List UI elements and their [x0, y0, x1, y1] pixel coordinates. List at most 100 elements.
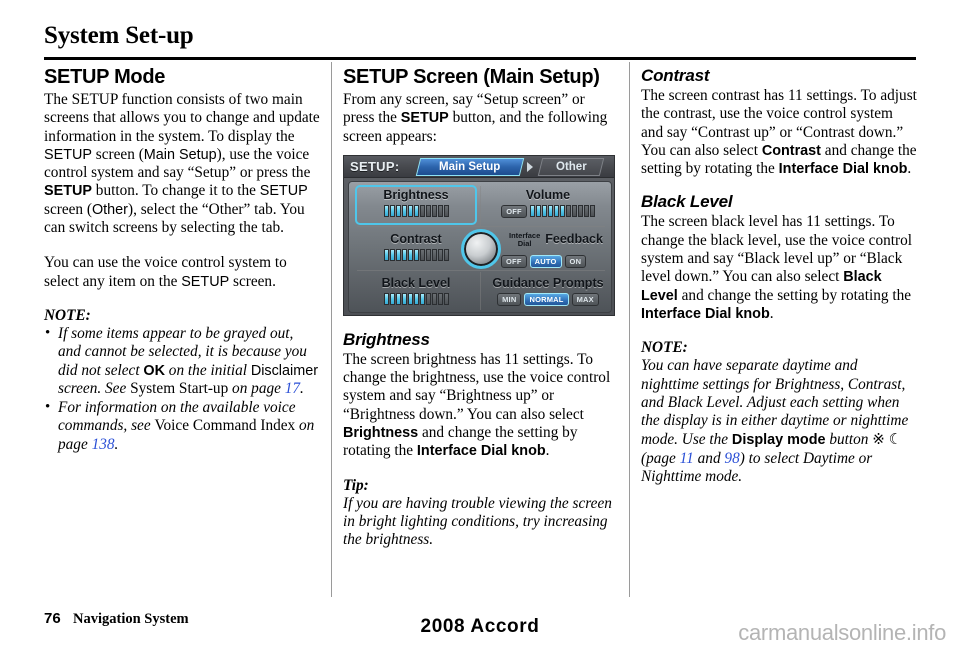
- contrast-heading: Contrast: [641, 66, 710, 85]
- text-run: screen (: [44, 200, 92, 218]
- reference-voice-command-index: Voice Command Index: [154, 417, 296, 435]
- nav-screen-panel: Brightness Volume OFF Contrast Interface…: [348, 180, 612, 313]
- term-interface-dial-knob: Interface Dial knob: [416, 443, 546, 460]
- term-main-setup: Main Setup: [143, 146, 217, 163]
- page-link-17[interactable]: 17: [285, 380, 300, 397]
- nav-contrast-meter: [383, 248, 449, 261]
- list-item: • If some items appear to be grayed out, …: [44, 325, 320, 398]
- text-run: .: [545, 442, 550, 460]
- nav-setup-label: SETUP:: [350, 158, 400, 174]
- column-middle: SETUP Screen (Main Setup) From any scree…: [343, 66, 619, 550]
- panel-vrule-1: [480, 185, 481, 226]
- nav-black-level-meter: [383, 292, 449, 305]
- term-disclaimer: Disclaimer: [250, 362, 318, 379]
- nav-brightness-meter: [383, 204, 449, 217]
- page-title: System Set-up: [44, 22, 194, 49]
- term-setup-button-2: SETUP: [400, 110, 449, 127]
- nav-contrast-label: Contrast: [390, 231, 442, 246]
- text-run: screen. See: [58, 379, 131, 397]
- nav-tab-other[interactable]: Other: [537, 157, 605, 176]
- tip-label: Tip:: [343, 476, 369, 494]
- nav-feedback-options: OFF AUTO ON: [501, 254, 587, 268]
- text-run: .: [907, 160, 912, 178]
- nav-feedback-option-on[interactable]: ON: [564, 254, 587, 268]
- note-text-right: You can have separate daytime and nightt…: [641, 357, 917, 486]
- setup-screen-heading: SETUP Screen (Main Setup): [343, 66, 600, 88]
- nav-tab-main-setup-label: Main Setup: [439, 160, 501, 173]
- tip-text: If you are having trouble viewing the sc…: [343, 494, 612, 549]
- text-run: The SETUP function consists of two main …: [44, 91, 320, 145]
- nav-black-level-label: Black Level: [381, 275, 451, 290]
- panel-vrule-2: [480, 271, 481, 310]
- moon-icon: ☾: [888, 430, 903, 449]
- nav-volume-off-button[interactable]: OFF: [501, 204, 527, 218]
- brightness-paragraph: The screen brightness has 11 settings. T…: [343, 351, 619, 461]
- text-run: The screen brightness has 11 settings. T…: [343, 350, 611, 423]
- panel-hrule-1: [357, 225, 605, 227]
- nav-contrast-cell[interactable]: Contrast: [359, 232, 473, 261]
- nav-feedback-label: Feedback: [545, 231, 603, 246]
- term-brightness: Brightness: [343, 425, 419, 442]
- list-item: • For information on the available voice …: [44, 399, 320, 454]
- bullet-icon: •: [45, 324, 51, 341]
- nav-feedback-option-off[interactable]: OFF: [501, 254, 527, 268]
- interface-dial-knob-icon[interactable]: [461, 228, 501, 269]
- nav-tab-main-setup[interactable]: Main Setup: [415, 157, 525, 176]
- nav-guidance-option-normal[interactable]: NORMAL: [524, 292, 569, 306]
- nav-volume-meter: [529, 205, 595, 218]
- panel-hrule-2: [357, 269, 605, 271]
- setup-screen-paragraph: From any screen, say “Setup screen” or p…: [343, 91, 619, 146]
- term-setup-3: SETUP: [181, 273, 230, 290]
- page-link-138[interactable]: 138: [92, 436, 115, 453]
- bullet-icon: •: [45, 399, 51, 416]
- term-ok: OK: [143, 362, 165, 379]
- nav-interface-dial-label: Interface Dial: [509, 231, 540, 248]
- nav-brightness-label: Brightness: [383, 187, 449, 202]
- term-setup: SETUP: [44, 146, 92, 163]
- nav-volume-cell[interactable]: Volume OFF: [489, 188, 607, 218]
- nav-guidance-cell[interactable]: Guidance Prompts MIN NORMAL MAX: [489, 276, 607, 306]
- note-list-left: • If some items appear to be grayed out, …: [44, 325, 320, 454]
- page-link-11[interactable]: 11: [680, 450, 694, 467]
- text-run: and: [693, 449, 725, 467]
- text-run: on page: [228, 379, 285, 397]
- black-level-paragraph: The screen black level has 11 settings. …: [641, 213, 917, 323]
- nav-black-level-cell[interactable]: Black Level: [359, 276, 473, 305]
- black-level-heading: Black Level: [641, 192, 733, 212]
- manual-page: System Set-up SETUP Mode The SETUP funct…: [0, 0, 960, 655]
- term-setup-2: SETUP: [259, 183, 308, 200]
- header-rule: [44, 57, 916, 60]
- text-run: on the initial: [164, 361, 251, 379]
- text-run: and change the setting by rotating the: [677, 286, 912, 304]
- term-interface-dial-knob-2: Interface Dial knob: [778, 161, 908, 178]
- term-contrast: Contrast: [761, 142, 821, 159]
- text-run: .: [114, 435, 119, 453]
- note-label-left: NOTE:: [44, 306, 91, 324]
- setup-mode-paragraph-1: The SETUP function consists of two main …: [44, 91, 320, 237]
- reference-system-startup: System Start-up: [130, 379, 229, 397]
- nav-guidance-option-max[interactable]: MAX: [571, 292, 599, 306]
- nav-interface-dial-line2: Dial: [517, 238, 532, 248]
- column-left: SETUP Mode The SETUP function consists o…: [44, 66, 320, 455]
- text-run: screen (: [91, 145, 144, 163]
- nav-guidance-options: MIN NORMAL MAX: [497, 292, 599, 306]
- nav-guidance-option-min[interactable]: MIN: [497, 292, 522, 306]
- page-link-98[interactable]: 98: [724, 450, 739, 467]
- term-other: Other: [91, 201, 128, 218]
- column-divider-1: [331, 62, 332, 597]
- nav-feedback-option-auto[interactable]: AUTO: [529, 254, 562, 268]
- text-run: button: [825, 431, 873, 449]
- term-interface-dial-knob-3: Interface Dial knob: [641, 305, 770, 322]
- sun-icon: ※: [872, 430, 885, 449]
- nav-feedback-cell[interactable]: Interface Dial Feedback: [509, 231, 603, 248]
- setup-mode-heading: SETUP Mode: [44, 66, 166, 88]
- text-run: button. To change it to the: [91, 182, 260, 200]
- text-run: screen.: [229, 272, 276, 290]
- nav-brightness-cell[interactable]: Brightness: [359, 188, 473, 217]
- note-label-right: NOTE:: [641, 339, 688, 357]
- text-run: .: [300, 379, 304, 397]
- nav-volume-label: Volume: [525, 187, 571, 202]
- setup-mode-paragraph-2: You can use the voice control system to …: [44, 254, 320, 291]
- text-run: .: [769, 304, 774, 322]
- column-divider-2: [629, 62, 630, 597]
